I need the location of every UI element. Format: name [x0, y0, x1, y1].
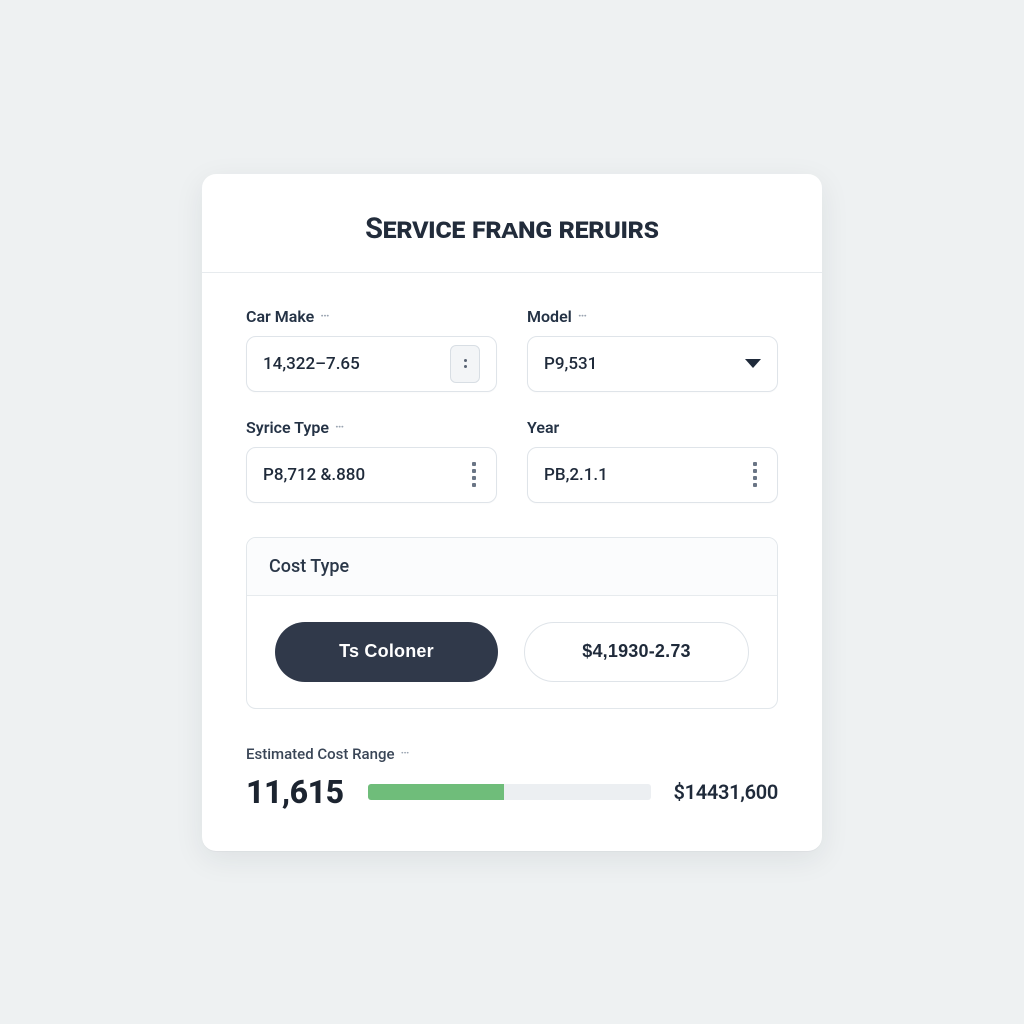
fields-grid: Car Make ··· 14,322–7.65 Model ··· P9,53… [246, 307, 778, 503]
field-car-make: Car Make ··· 14,322–7.65 [246, 307, 497, 392]
progress-fill [368, 784, 504, 800]
estimate-low-value: 11,615 [246, 773, 346, 811]
stepper-icon[interactable] [450, 345, 480, 383]
card-body: Car Make ··· 14,322–7.65 Model ··· P9,53… [202, 273, 822, 851]
estimate-progress[interactable] [368, 784, 651, 800]
syrice-type-input[interactable]: P8,712 &.880 [246, 447, 497, 503]
service-card: Service frᴀng reruirs Car Make ··· 14,32… [202, 174, 822, 851]
cost-type-label: Cost Type [247, 538, 777, 596]
estimate-label: Estimated Cost Range ··· [246, 745, 778, 763]
field-model: Model ··· P9,531 [527, 307, 778, 392]
page-title: Service frᴀng reruirs [242, 212, 782, 246]
field-year: Year PB,2.1.1 [527, 418, 778, 503]
car-make-input[interactable]: 14,322–7.65 [246, 336, 497, 392]
cost-type-secondary-button[interactable]: $4,1930-2.73 [524, 622, 749, 682]
chevron-down-icon [745, 359, 761, 368]
ellipsis-icon: ··· [320, 309, 328, 324]
estimate-high-value: $14431,600 [673, 780, 778, 804]
ellipsis-icon: ··· [335, 420, 343, 435]
estimate-row: 11,615 $14431,600 [246, 773, 778, 811]
syrice-type-label: Syrice Type ··· [246, 418, 497, 437]
drag-handle-icon[interactable] [472, 462, 480, 487]
ellipsis-icon: ··· [578, 309, 586, 324]
field-syrice-type: Syrice Type ··· P8,712 &.880 [246, 418, 497, 503]
model-label: Model ··· [527, 307, 778, 326]
cost-type-primary-button[interactable]: Ts Coloner [275, 622, 498, 682]
car-make-label: Car Make ··· [246, 307, 497, 326]
cost-type-panel: Cost Type Ts Coloner $4,1930-2.73 [246, 537, 778, 709]
card-header: Service frᴀng reruirs [202, 174, 822, 273]
cost-type-options: Ts Coloner $4,1930-2.73 [247, 596, 777, 708]
drag-handle-icon[interactable] [753, 462, 761, 487]
estimate-section: Estimated Cost Range ··· 11,615 $14431,6… [246, 745, 778, 811]
model-select[interactable]: P9,531 [527, 336, 778, 392]
year-label: Year [527, 418, 778, 437]
year-input[interactable]: PB,2.1.1 [527, 447, 778, 503]
ellipsis-icon: ··· [401, 746, 409, 761]
